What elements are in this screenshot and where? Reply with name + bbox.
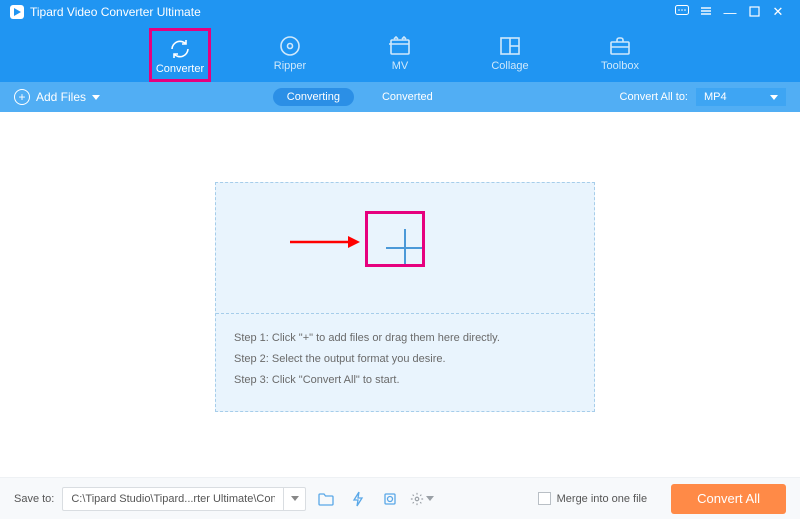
save-path-input[interactable] [63, 493, 283, 505]
nav-mv[interactable]: MV [369, 28, 431, 82]
add-files-button[interactable]: + Add Files [14, 89, 100, 105]
sub-toolbar: + Add Files Converting Converted Convert… [0, 82, 800, 112]
merge-label: Merge into one file [557, 493, 648, 505]
save-path-dropdown[interactable] [283, 488, 305, 510]
app-logo [10, 5, 24, 19]
plus-circle-icon: + [14, 89, 30, 105]
titlebar: Tipard Video Converter Ultimate — ✕ [0, 0, 800, 24]
convert-all-to-label: Convert All to: [620, 91, 688, 103]
dropzone[interactable]: Step 1: Click "+" to add files or drag t… [215, 182, 595, 412]
tab-converted[interactable]: Converted [368, 88, 447, 106]
checkbox-icon [538, 492, 551, 505]
mv-icon [389, 32, 411, 60]
menu-icon[interactable] [694, 5, 718, 20]
instructions: Step 1: Click "+" to add files or drag t… [216, 314, 594, 405]
toolbox-icon [609, 32, 631, 60]
format-value: MP4 [704, 91, 727, 103]
step-3: Step 3: Click "Convert All" to start. [234, 370, 576, 391]
feedback-icon[interactable] [670, 5, 694, 20]
step-1: Step 1: Click "+" to add files or drag t… [234, 328, 576, 349]
merge-checkbox[interactable]: Merge into one file [538, 492, 648, 505]
close-button[interactable]: ✕ [766, 4, 790, 20]
nav-ripper[interactable]: Ripper [259, 28, 321, 82]
nav-label: Toolbox [601, 60, 639, 72]
footer-bar: Save to: Merge into one file Convert All [0, 477, 800, 519]
hardware-accel-icon[interactable] [346, 487, 370, 511]
nav-label: MV [392, 60, 409, 72]
converter-icon [168, 35, 192, 63]
main-area: Step 1: Click "+" to add files or drag t… [0, 112, 800, 477]
open-folder-icon[interactable] [314, 487, 338, 511]
nav-label: Ripper [274, 60, 306, 72]
save-path-box [62, 487, 306, 511]
tab-converting[interactable]: Converting [273, 88, 354, 106]
nav-converter[interactable]: Converter [149, 28, 211, 82]
ripper-icon [279, 32, 301, 60]
collage-icon [499, 32, 521, 60]
add-files-plus[interactable] [380, 223, 430, 273]
nav-collage[interactable]: Collage [479, 28, 541, 82]
output-format-select[interactable]: MP4 [696, 88, 786, 106]
nav-label: Collage [491, 60, 528, 72]
nav-label: Converter [156, 63, 204, 75]
nav-toolbox[interactable]: Toolbox [589, 28, 651, 82]
top-nav: Converter Ripper MV Collage Toolbox [0, 24, 800, 82]
app-title: Tipard Video Converter Ultimate [30, 5, 670, 19]
chevron-down-icon [770, 95, 778, 100]
maximize-button[interactable] [742, 5, 766, 20]
minimize-button[interactable]: — [718, 5, 742, 20]
step-2: Step 2: Select the output format you des… [234, 349, 576, 370]
chevron-down-icon [92, 95, 100, 100]
add-files-label: Add Files [36, 90, 86, 104]
gpu-accel-icon[interactable] [378, 487, 402, 511]
save-to-label: Save to: [14, 493, 54, 505]
convert-all-button[interactable]: Convert All [671, 484, 786, 514]
settings-icon[interactable] [410, 487, 434, 511]
